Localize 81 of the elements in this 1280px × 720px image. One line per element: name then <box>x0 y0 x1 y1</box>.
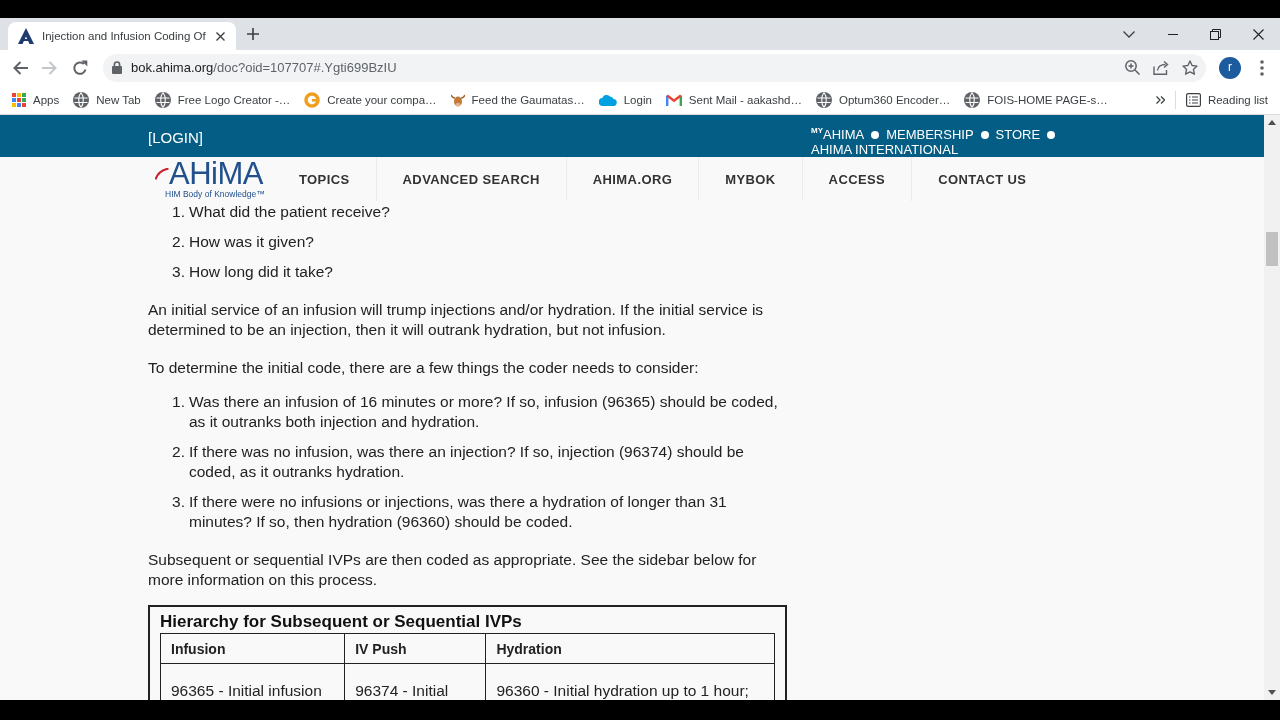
bookmark[interactable]: Sent Mail - aakashd… <box>665 87 802 112</box>
bookmark[interactable]: Apps <box>12 87 60 112</box>
restore-icon <box>1210 28 1221 40</box>
url-text: bok.ahima.org/doc?oid=107707#.Ygti699BzIU <box>130 60 397 75</box>
globe-icon <box>73 91 90 108</box>
reload-icon <box>71 59 88 76</box>
profile-button[interactable]: r <box>1219 56 1242 79</box>
item-number: 3. <box>171 262 185 282</box>
table-title: Hierarchy for Subsequent or Sequential IVPs <box>160 611 523 633</box>
list-item-text: How long did it take? <box>189 262 334 282</box>
list-item-text: If there was no infusion, was there an injection? If so, injection (96374) should be coded, as it outranks hydration. <box>189 442 745 482</box>
bullet-icon <box>980 130 989 139</box>
cloud-icon <box>598 93 617 106</box>
list-item-text: If there were no infusions or injections, was there a hydration of longer than 31 minutes? If so, then hydration (96360) should be coded. <box>189 492 728 532</box>
header-link[interactable]: AHIMA INTERNATIONAL <box>811 142 959 157</box>
scrollbar-thumb[interactable] <box>1266 232 1278 266</box>
triangle-logo-icon <box>18 28 34 44</box>
star-icon <box>1182 59 1199 76</box>
bookmark[interactable]: Login <box>598 87 652 112</box>
address-bar[interactable]: bok.ahima.org/doc?oid=107707#.Ygti699BzIU <box>102 53 1207 82</box>
nav-link[interactable]: CONTACT US <box>912 157 1053 201</box>
kebab-menu-icon <box>1260 59 1265 76</box>
login-link[interactable]: [LOGIN] <box>148 129 203 146</box>
item-number: 2. <box>171 232 185 252</box>
bull-head-icon <box>450 92 465 107</box>
bookmark[interactable]: Optum360 Encoder… <box>816 87 951 112</box>
bookmark[interactable]: Create your compa… <box>304 87 437 112</box>
bookmark[interactable]: Feed the Gaumatas… <box>450 87 585 112</box>
item-number: 2. <box>171 442 185 462</box>
globe-icon <box>154 91 171 108</box>
column-header: Hydration <box>485 633 775 664</box>
ring-logo-icon <box>304 91 321 108</box>
header-link[interactable]: MEMBERSHIP <box>886 127 974 142</box>
reading-list-icon <box>1185 92 1201 107</box>
bookmark[interactable]: FOIS-HOME PAGE-s… <box>964 87 1108 112</box>
plus-icon <box>247 28 259 40</box>
bookmark[interactable]: Free Logo Creator -… <box>154 87 291 112</box>
nav-link[interactable]: TOPICS <box>273 157 377 201</box>
column-header: IV Push <box>344 633 486 664</box>
list-item-text: Was there an infusion of 16 minutes or more? If so, infusion (96365) should be coded, as it outranks both injection and hydration. <box>189 392 779 432</box>
globe-icon <box>816 91 832 108</box>
reading-list-button[interactable]: Reading list <box>1185 87 1268 112</box>
share-icon <box>1153 60 1170 75</box>
item-number: 1. <box>171 392 185 412</box>
close-icon <box>1253 28 1264 40</box>
item-number: 1. <box>171 202 185 222</box>
scroll-down-arrow-icon <box>1268 690 1276 695</box>
bookmark[interactable]: New Tab <box>73 87 141 112</box>
nav-link[interactable]: AHIMA.ORG <box>566 157 700 201</box>
header-link[interactable]: STORE <box>995 127 1041 142</box>
paragraph: An initial service of an infusion will trump injections and/or hydration. If the initial service is determined to be an injection, then it will outrank hydration, but not infusion. <box>148 300 765 340</box>
minimize-icon <box>1167 33 1178 35</box>
mail-logo-icon <box>665 93 682 106</box>
tab-title: Injection and Infusion Coding Of <box>42 30 206 42</box>
list-item-text: What did the patient receive? <box>189 202 391 222</box>
paragraph: Subsequent or sequential IVPs are then coded as appropriate. See the sidebar below for more information on this process. <box>148 550 758 590</box>
browser-tab[interactable]: Injection and Infusion Coding Of <box>8 22 236 50</box>
close-icon <box>216 31 226 41</box>
swoosh-icon <box>155 167 169 180</box>
nav-link[interactable]: ACCESS <box>802 157 913 201</box>
nav-link[interactable]: MYBOK <box>699 157 803 201</box>
zoom-in-icon <box>1124 60 1140 75</box>
item-number: 3. <box>171 492 185 512</box>
nav-link[interactable]: ADVANCED SEARCH <box>376 157 567 201</box>
header-link[interactable]: $^{MY}$AHIMA <box>811 127 865 142</box>
list-item-text: How was it given? <box>189 232 315 252</box>
forward-arrow-icon <box>41 60 58 75</box>
paragraph: To determine the initial code, there are a few things the coder needs to consider: <box>148 358 700 378</box>
chevron-down-icon <box>1123 30 1135 38</box>
scrollbar[interactable] <box>1264 115 1280 700</box>
apps-grid-icon <box>12 92 26 107</box>
back-arrow-icon <box>12 60 28 75</box>
scroll-up-arrow-icon <box>1268 120 1276 125</box>
logo-tagline: HIM Body of Knowledge™ <box>165 188 266 200</box>
double-chevron-icon <box>1156 95 1166 104</box>
column-header: Infusion <box>160 633 345 664</box>
logo-wordmark: AHiMA <box>169 158 263 189</box>
globe-icon <box>964 91 981 108</box>
lock-icon <box>111 61 122 74</box>
bullet-icon <box>1047 130 1056 139</box>
bullet-icon <box>871 130 880 139</box>
